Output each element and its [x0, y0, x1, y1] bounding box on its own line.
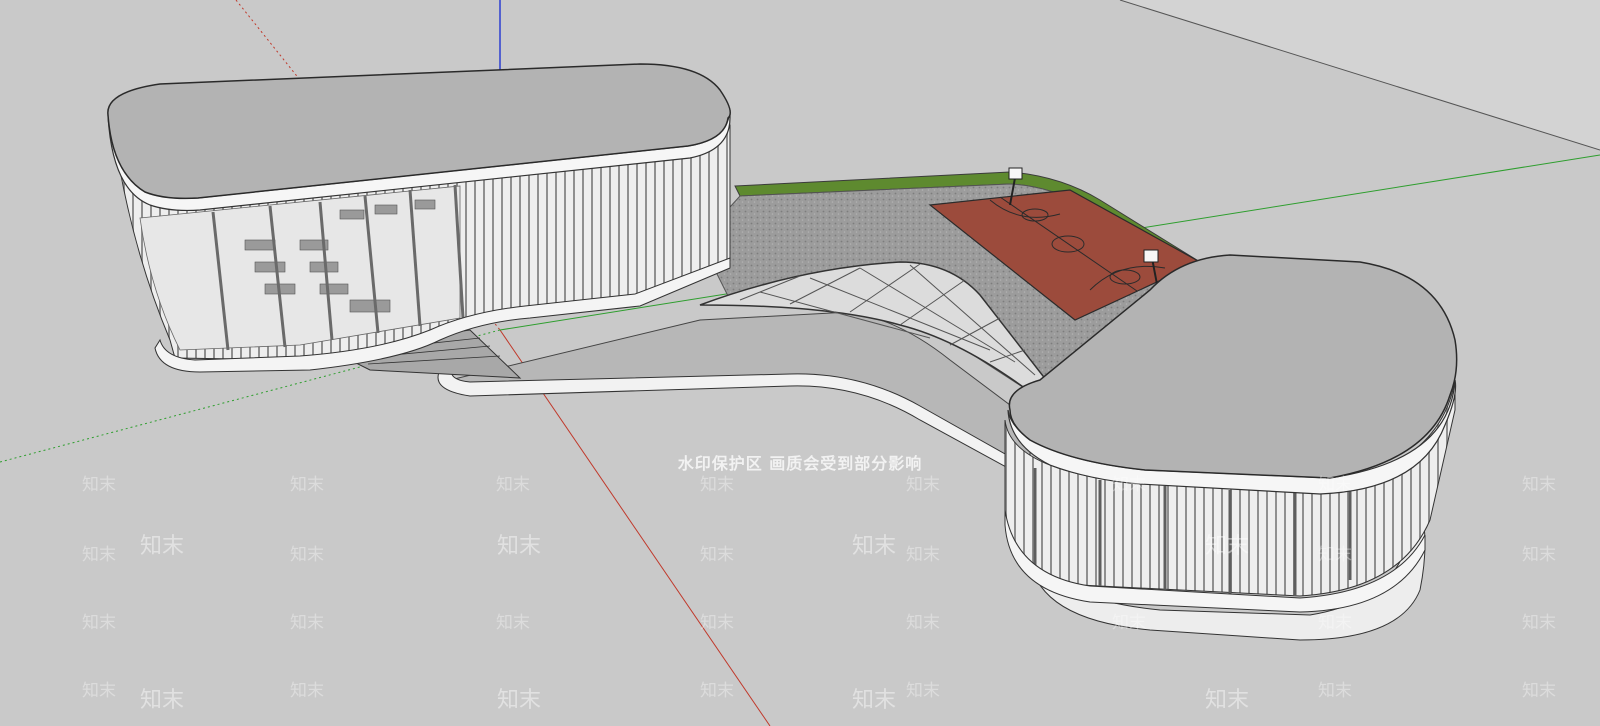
model-scene	[0, 0, 1600, 726]
hoop-backboard-right	[1143, 249, 1159, 263]
sketchup-3d-viewport[interactable]: 水印保护区 画质会受到部分影响 知末 知末 知末 知末 知末 知末 知末 知末 …	[0, 0, 1600, 726]
hoop-backboard-left	[1008, 167, 1023, 180]
